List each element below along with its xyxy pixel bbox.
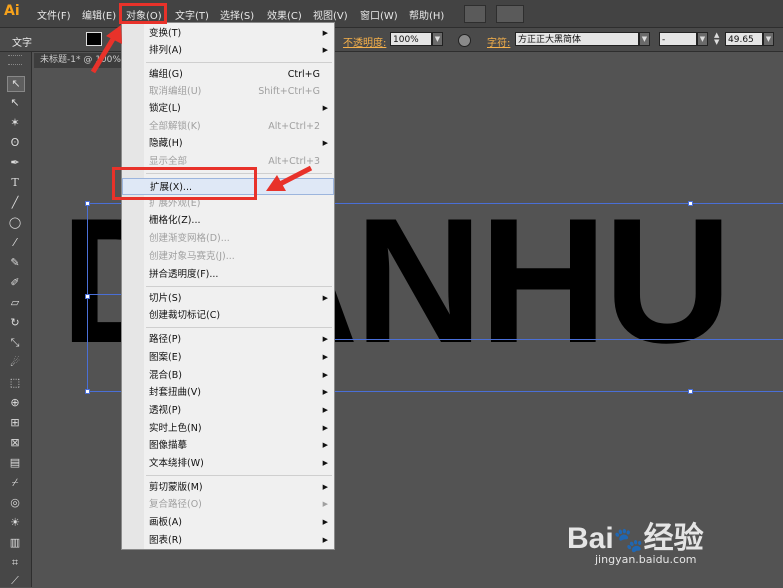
watermark-url: jingyan.baidu.com: [595, 553, 697, 566]
annotation-arrows: [90, 25, 313, 191]
watermark-brand-left: Bai: [567, 522, 614, 555]
baidu-jingyan-watermark: Bai🐾经验 jingyan.baidu.com: [567, 513, 737, 571]
arrow-icon: [266, 165, 313, 191]
arrow-icon: [90, 25, 122, 74]
paw-logo-icon: 🐾: [613, 527, 644, 554]
watermark-brand-right: 经验: [643, 522, 704, 555]
